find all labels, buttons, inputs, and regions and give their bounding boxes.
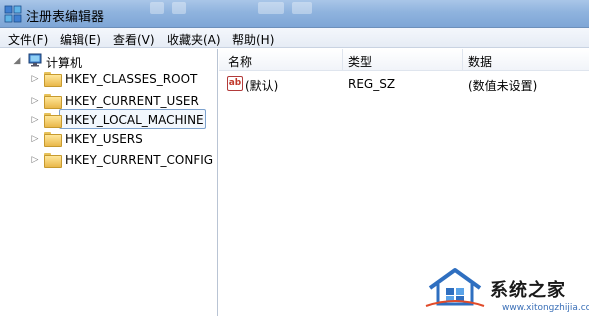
column-header-name[interactable]: 名称 [228, 53, 252, 70]
watermark-url: www.xitongzhijia.com [502, 303, 589, 313]
column-header-row: 名称 类型 数据 [219, 49, 589, 71]
column-header-type[interactable]: 类型 [348, 53, 372, 70]
computer-icon [28, 53, 42, 67]
triangle-right-icon[interactable]: ▷ [30, 134, 40, 144]
folder-icon [44, 94, 62, 109]
window-title: 注册表编辑器 [26, 10, 105, 25]
menu-bar: 文件(F) 编辑(E) 查看(V) 收藏夹(A) 帮助(H) [0, 28, 589, 48]
tree-item-label: HKEY_CURRENT_USER [65, 94, 199, 108]
value-row-default[interactable]: ab (默认) REG_SZ (数值未设置) [219, 73, 589, 95]
watermark-house-logo-icon [425, 268, 485, 307]
tree-item-hkcc[interactable]: ▷ HKEY_CURRENT_CONFIG [0, 150, 218, 170]
value-data: (数值未设置) [468, 79, 538, 93]
column-divider[interactable] [462, 49, 463, 71]
tree-item-label: HKEY_CURRENT_CONFIG [65, 153, 214, 167]
triangle-right-icon[interactable]: ▷ [30, 155, 40, 165]
menu-edit[interactable]: 编辑(E) [60, 31, 101, 48]
tree-item-label: HKEY_CLASSES_ROOT [65, 72, 198, 86]
watermark-text: 系统之家 [490, 280, 566, 301]
column-divider[interactable] [342, 49, 343, 71]
tree-item-hku[interactable]: ▷ HKEY_USERS [0, 129, 218, 149]
menu-help[interactable]: 帮助(H) [232, 31, 274, 48]
tree-item-hkcu[interactable]: ▷ HKEY_CURRENT_USER [0, 91, 218, 111]
registry-editor-icon [4, 5, 22, 23]
toolbar-ghost-button [150, 2, 164, 14]
value-name: (默认) [245, 79, 279, 93]
tree-item-hklm[interactable]: ▷ HKEY_LOCAL_MACHINE [0, 110, 218, 130]
tree-item-label: HKEY_LOCAL_MACHINE [65, 113, 204, 127]
column-header-data[interactable]: 数据 [468, 53, 492, 70]
tree-root-computer[interactable]: ◢ 计算机 [0, 51, 218, 71]
value-type: REG_SZ [348, 77, 396, 91]
tree-item-label: HKEY_USERS [65, 132, 143, 146]
ab-string-value-icon: ab [227, 76, 243, 91]
toolbar-ghost-button [258, 2, 284, 14]
triangle-right-icon[interactable]: ▷ [30, 96, 40, 106]
title-bar: 注册表编辑器 [0, 0, 589, 28]
folder-icon [44, 72, 62, 87]
triangle-right-icon[interactable]: ▷ [30, 115, 40, 125]
triangle-down-icon[interactable]: ◢ [12, 56, 22, 66]
toolbar-ghost-button [292, 2, 312, 14]
registry-tree[interactable]: ◢ 计算机 ▷ HKEY_CLASSES_ROOT ▷ HKEY_CURRENT… [0, 49, 218, 316]
menu-favorites[interactable]: 收藏夹(A) [167, 31, 221, 48]
folder-icon [44, 113, 62, 128]
triangle-right-icon[interactable]: ▷ [30, 74, 40, 84]
tree-item-hkcr[interactable]: ▷ HKEY_CLASSES_ROOT [0, 69, 218, 89]
folder-icon [44, 153, 62, 168]
menu-view[interactable]: 查看(V) [113, 31, 155, 48]
folder-icon [44, 132, 62, 147]
toolbar-ghost-button [172, 2, 186, 14]
menu-file[interactable]: 文件(F) [8, 31, 48, 48]
